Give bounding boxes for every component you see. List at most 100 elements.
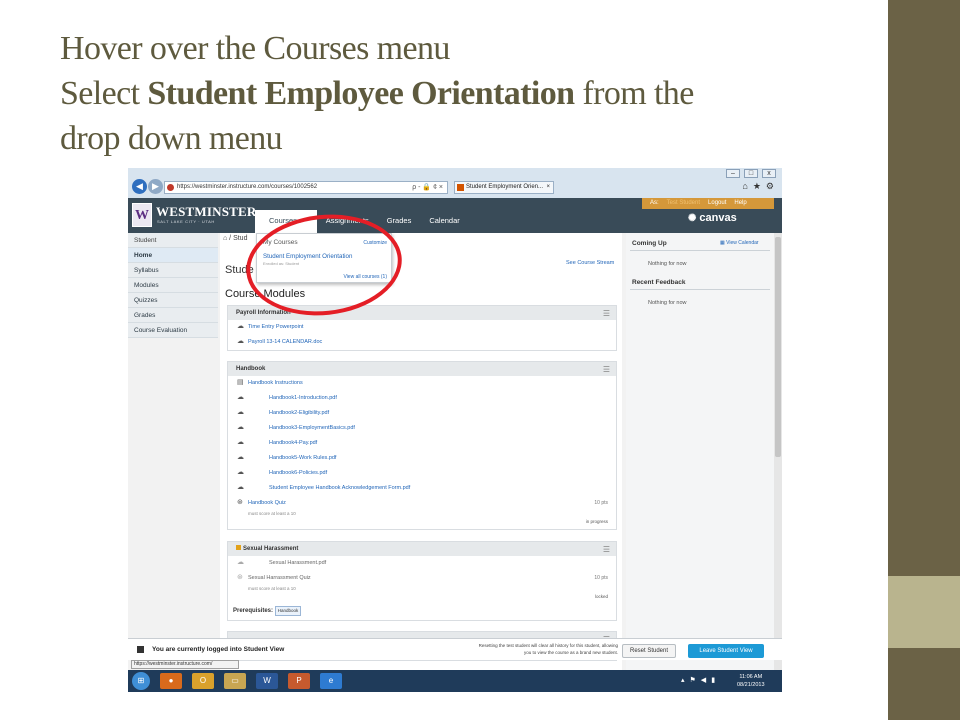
home-icon[interactable]: ⌂	[742, 181, 747, 192]
module-item-quiz[interactable]: ⊛ Handbook Quiz 10 pts	[228, 496, 616, 511]
drag-handle-icon[interactable]: ☰	[603, 307, 610, 321]
module-item[interactable]: ☁ Handbook4-Pay.pdf	[228, 436, 616, 451]
menu-grades[interactable]: Grades	[378, 210, 421, 233]
favorites-star-icon[interactable]: ★	[753, 181, 761, 192]
module-status: in progress	[585, 519, 608, 524]
menu-courses[interactable]: Courses ▾	[255, 210, 317, 233]
module-item-link[interactable]: Handbook6-Policies.pdf	[269, 470, 327, 476]
module-item[interactable]: ☁ Handbook2-Eligibility.pdf	[228, 406, 616, 421]
tab-close-icon[interactable]: ×	[546, 182, 550, 193]
leftnav-item-grades[interactable]: Grades	[128, 308, 218, 323]
module-item[interactable]: ☁ Handbook6-Policies.pdf	[228, 466, 616, 481]
customize-link[interactable]: Customize	[363, 240, 387, 246]
westminster-logo-text: WESTMINSTER	[156, 204, 257, 219]
logout-link[interactable]: Logout	[708, 198, 726, 209]
slide-title-emphasis: Student Employee Orientation	[147, 75, 575, 112]
module-item-link[interactable]: Handbook Instructions	[248, 380, 303, 386]
divider	[630, 250, 770, 251]
close-window-button[interactable]: x	[762, 169, 776, 178]
prerequisite-badge: Handbook	[274, 606, 302, 616]
canvas-logo-icon: ✺	[688, 213, 697, 224]
flag-icon[interactable]: ⚑	[690, 676, 696, 684]
reset-student-button[interactable]: Reset Student	[622, 644, 676, 658]
module-item-link[interactable]: Handbook1-Introduction.pdf	[269, 395, 337, 401]
leftnav-item-home[interactable]: Home	[128, 248, 218, 263]
course-link-student-employment-orientation[interactable]: Student Employment Orientation	[263, 253, 352, 260]
module-item-link[interactable]: Student Employee Handbook Acknowledgemen…	[269, 485, 410, 491]
module-title: Sexual Harassment	[243, 546, 299, 552]
minimize-button[interactable]: –	[726, 169, 740, 178]
quiz-requirement: must score at least a 10	[248, 511, 296, 516]
outlook-icon[interactable]: O	[192, 673, 214, 689]
module-item[interactable]: ▤ Handbook Instructions	[228, 376, 616, 391]
module-handbook: Handbook ☰ ▤ Handbook Instructions ☁ Handbo…	[227, 361, 617, 530]
internet-explorer-icon[interactable]: e	[320, 673, 342, 689]
start-button-icon[interactable]: ⊞	[132, 672, 150, 690]
document-icon: ▤	[237, 379, 244, 386]
cloud-download-icon: ☁	[237, 559, 244, 566]
back-arrow-icon[interactable]: ◀	[132, 179, 147, 194]
breadcrumb[interactable]: ⌂ / Stud	[223, 235, 247, 242]
cloud-download-icon: ☁	[237, 439, 244, 446]
menu-calendar[interactable]: Calendar	[420, 210, 468, 233]
module-header[interactable]: Payroll Information ☰	[228, 306, 616, 320]
module-item-link[interactable]: Handbook2-Eligibility.pdf	[269, 410, 329, 416]
tab-title: Student Employment Orien...	[466, 184, 544, 190]
module-title: Handbook	[236, 366, 266, 372]
module-status-row: in progress	[228, 519, 616, 529]
see-course-stream-link[interactable]: See Course Stream	[566, 260, 614, 266]
module-header[interactable]: Handbook ☰	[228, 362, 616, 376]
canvas-header: W WESTMINSTER SALT LAKE CITY · UTAH Cour…	[128, 198, 782, 233]
browser-tab[interactable]: Student Employment Orien... ×	[454, 181, 554, 194]
maximize-button[interactable]: □	[744, 169, 758, 178]
module-item[interactable]: ☁ Payroll 13-14 CALENDAR.doc	[228, 335, 616, 350]
course-title: Stude n	[225, 264, 371, 276]
module-item-link[interactable]: Handbook5-Work Rules.pdf	[269, 455, 336, 461]
course-title-start: Stude	[225, 264, 254, 276]
drag-handle-icon[interactable]: ☰	[603, 363, 610, 377]
module-item-link[interactable]: Payroll 13-14 CALENDAR.doc	[248, 339, 322, 345]
leftnav-item-course-evaluation[interactable]: Course Evaluation	[128, 323, 218, 338]
module-item-link[interactable]: Handbook3-EmploymentBasics.pdf	[269, 425, 355, 431]
view-all-courses-link[interactable]: View all courses (1)	[343, 274, 387, 280]
system-tray: ▴ ⚑ ◀ ▮	[681, 676, 715, 684]
module-item[interactable]: ☁ Time Entry Powerpoint	[228, 320, 616, 335]
leave-student-view-button[interactable]: Leave Student View	[688, 644, 764, 658]
firefox-icon[interactable]: ●	[160, 673, 182, 689]
student-view-icon	[137, 646, 144, 653]
module-header[interactable]: Sexual Harassment ☰	[228, 542, 616, 556]
module-item[interactable]: ☁ Handbook3-EmploymentBasics.pdf	[228, 421, 616, 436]
page-scrollbar[interactable]	[774, 233, 782, 688]
module-item[interactable]: ☁ Student Employee Handbook Acknowledgeme…	[228, 481, 616, 496]
address-tools[interactable]: ρ - 🔒 ¢ ×	[412, 182, 443, 193]
drag-handle-icon[interactable]: ☰	[603, 543, 610, 557]
help-link[interactable]: Help	[734, 198, 746, 209]
address-bar[interactable]: https://westminster.instructure.com/cour…	[164, 181, 448, 194]
module-item-link[interactable]: Time Entry Powerpoint	[248, 324, 303, 330]
module-item-link[interactable]: Handbook Quiz	[248, 500, 286, 506]
folder-icon[interactable]: ▭	[224, 673, 246, 689]
browser-chrome: – □ x ◀ ▶ https://westminster.instructur…	[128, 168, 782, 198]
tools-gear-icon[interactable]: ⚙	[766, 181, 774, 192]
leftnav-item-quizzes[interactable]: Quizzes	[128, 293, 218, 308]
network-icon[interactable]: ▮	[711, 676, 715, 684]
module-item[interactable]: ☁ Handbook1-Introduction.pdf	[228, 391, 616, 406]
module-item[interactable]: ☁ Handbook5-Work Rules.pdf	[228, 451, 616, 466]
cloud-download-icon: ☁	[237, 323, 244, 330]
forward-arrow-icon[interactable]: ▶	[148, 179, 163, 194]
taskbar-clock[interactable]: 11:06 AM 08/21/2013	[737, 673, 765, 689]
menu-assignments[interactable]: Assignments	[317, 210, 378, 233]
volume-icon[interactable]: ◀	[701, 676, 706, 684]
lock-icon	[236, 545, 241, 550]
cloud-download-icon: ☁	[237, 409, 244, 416]
user-name-link[interactable]: Test Student	[667, 198, 700, 209]
leftnav-item-syllabus[interactable]: Syllabus	[128, 263, 218, 278]
word-icon[interactable]: W	[256, 673, 278, 689]
tray-arrow-icon[interactable]: ▴	[681, 676, 685, 684]
powerpoint-icon[interactable]: P	[288, 673, 310, 689]
leftnav-item-modules[interactable]: Modules	[128, 278, 218, 293]
view-calendar-link[interactable]: ▦ View Calendar	[720, 240, 759, 246]
scrollbar-thumb[interactable]	[775, 237, 781, 457]
module-payroll: Payroll Information ☰ ☁ Time Entry Powerpo…	[227, 305, 617, 351]
module-item-link[interactable]: Handbook4-Pay.pdf	[269, 440, 317, 446]
